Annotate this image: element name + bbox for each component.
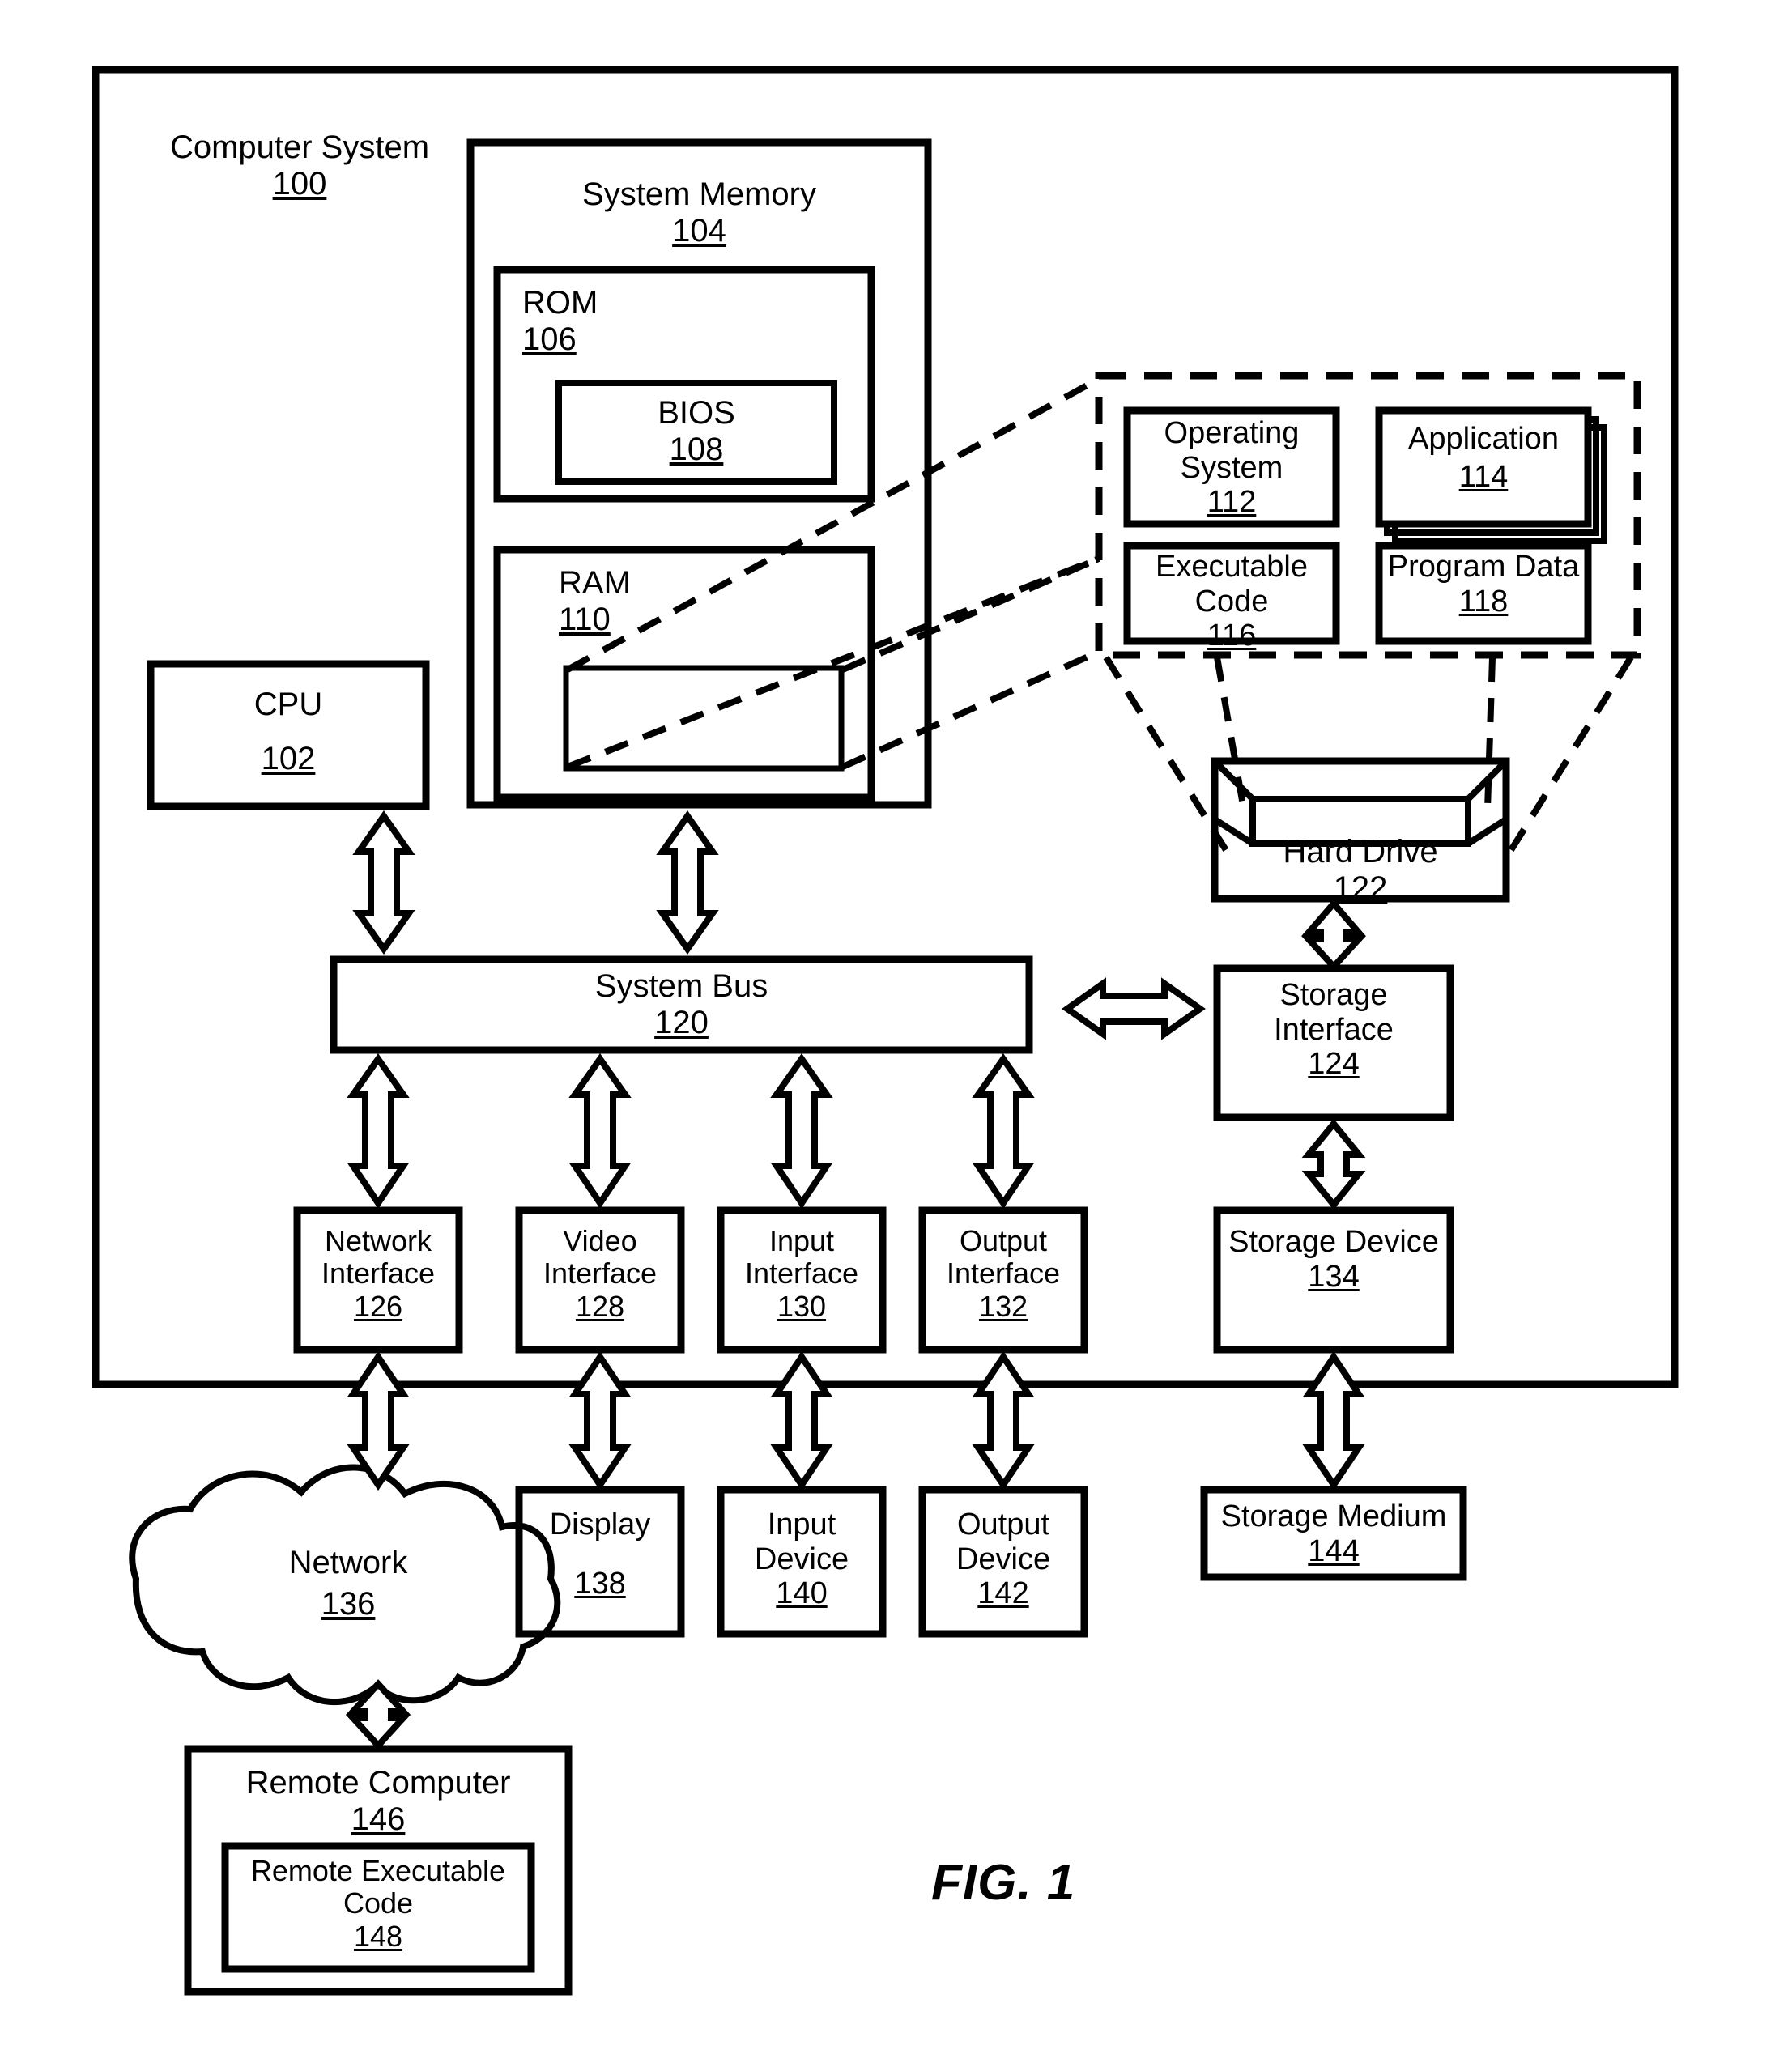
operating-system-label: Operating System 112 [1127, 416, 1336, 520]
input-interface-label: Input Interface 130 [721, 1224, 883, 1323]
rom-label: ROM 106 [522, 285, 644, 358]
arrow-input-interface-to-input-device [770, 1350, 833, 1491]
arrow-bus-to-video-interface [568, 1053, 632, 1210]
output-interface-ref: 132 [978, 1289, 1028, 1323]
bios-label: BIOS 108 [559, 395, 834, 468]
arrow-cpu-to-bus [352, 810, 415, 955]
application-ref: 114 [1458, 459, 1509, 494]
arrow-bus-to-network-interface [347, 1053, 410, 1210]
output-device-ref: 142 [977, 1576, 1029, 1611]
arrow-storage-interface-to-device [1301, 1118, 1366, 1210]
remote-executable-code-label: Remote Executable Code 148 [225, 1854, 531, 1953]
arrow-storage-device-to-medium [1302, 1350, 1365, 1491]
remote-computer-label: Remote Computer 146 [188, 1765, 568, 1838]
arrow-video-interface-to-display [568, 1350, 632, 1491]
system-memory-label: System Memory 104 [487, 176, 912, 249]
input-device-label: Input Device 140 [721, 1508, 883, 1611]
storage-interface-label: Storage Interface 124 [1217, 978, 1450, 1082]
storage-medium-label: Storage Medium 144 [1204, 1499, 1463, 1568]
display-title: Display [549, 1508, 651, 1542]
network-interface-label: Network Interface 126 [297, 1224, 459, 1323]
arrow-bus-to-storage-interface [1062, 977, 1206, 1040]
input-interface-ref: 130 [777, 1289, 827, 1323]
output-device-label: Output Device 142 [922, 1508, 1084, 1611]
executable-code-ref: 116 [1207, 619, 1257, 653]
figure-caption: FIG. 1 [931, 1855, 1076, 1911]
storage-medium-ref: 144 [1308, 1533, 1360, 1568]
system-bus-title: System Bus [594, 968, 768, 1004]
application-title: Application [1408, 422, 1559, 456]
hard-drive-title: Hard Drive [1283, 834, 1438, 870]
input-device-title: Input Device [754, 1508, 849, 1576]
storage-medium-title: Storage Medium [1220, 1499, 1447, 1533]
program-data-label: Program Data 118 [1379, 550, 1588, 619]
storage-interface-ref: 124 [1308, 1047, 1360, 1082]
cpu-ref: 102 [261, 740, 316, 776]
network-label: Network 136 [227, 1545, 470, 1622]
remote-computer-title: Remote Computer [245, 1765, 511, 1801]
output-interface-title: Output Interface [946, 1224, 1061, 1291]
arrow-bus-to-input-interface [770, 1053, 833, 1210]
output-device-title: Output Device [956, 1508, 1051, 1576]
operating-system-title: Operating System [1164, 416, 1300, 485]
storage-device-ref: 134 [1308, 1259, 1360, 1294]
executable-code-label: Executable Code 116 [1127, 550, 1336, 653]
ram-label: RAM 110 [559, 565, 680, 638]
system-bus-ref: 120 [654, 1004, 709, 1040]
program-data-title: Program Data [1387, 550, 1580, 584]
hard-drive-ref: 122 [1333, 870, 1388, 906]
network-interface-ref: 126 [353, 1289, 403, 1323]
remote-executable-code-ref: 148 [353, 1919, 403, 1953]
input-device-ref: 140 [776, 1576, 828, 1611]
system-memory-title: System Memory [582, 176, 816, 212]
video-interface-ref: 128 [575, 1289, 625, 1323]
storage-device-title: Storage Device [1228, 1225, 1439, 1259]
operating-system-ref: 112 [1207, 485, 1257, 520]
cpu-title: CPU [253, 687, 323, 722]
patent-figure-canvas: Computer System 100 System Memory 104 RO… [0, 0, 1792, 2071]
program-data-ref: 118 [1458, 584, 1509, 619]
hard-drive-label: Hard Drive 122 [1215, 834, 1506, 907]
storage-device-label: Storage Device 134 [1217, 1225, 1450, 1294]
storage-interface-title: Storage Interface [1274, 978, 1394, 1047]
system-bus-label: System Bus 120 [334, 968, 1029, 1041]
video-interface-label: Video Interface 128 [519, 1224, 681, 1323]
bios-ref: 108 [669, 431, 724, 467]
ram-box [493, 546, 875, 802]
rom-title: ROM [522, 285, 598, 321]
remote-executable-code-title: Remote Executable Code [250, 1854, 506, 1920]
display-label: Display 138 [519, 1508, 681, 1601]
output-interface-label: Output Interface 132 [922, 1224, 1084, 1323]
arrow-harddrive-to-storage-interface [1300, 898, 1367, 972]
video-interface-title: Video Interface [543, 1224, 658, 1291]
input-interface-title: Input Interface [744, 1224, 859, 1291]
network-interface-title: Network Interface [321, 1224, 436, 1291]
computer-system-title: Computer System [169, 130, 430, 165]
rom-ref: 106 [522, 321, 577, 357]
arrow-bus-to-output-interface [972, 1053, 1035, 1210]
ram-ref: 110 [559, 601, 611, 637]
display-ref: 138 [574, 1566, 626, 1601]
hard-drive-slot [1212, 759, 1509, 802]
computer-system-label: Computer System 100 [130, 130, 470, 202]
computer-system-ref: 100 [272, 165, 327, 202]
executable-code-title: Executable Code [1155, 550, 1308, 619]
arrow-memory-to-bus [656, 810, 719, 955]
bios-title: BIOS [658, 395, 735, 431]
application-label: Application 114 [1379, 422, 1588, 494]
network-title: Network [288, 1545, 408, 1580]
ram-title: RAM [559, 565, 631, 601]
network-ref: 136 [321, 1585, 376, 1622]
system-memory-ref: 104 [672, 212, 726, 249]
cpu-label: CPU 102 [151, 687, 426, 777]
remote-computer-ref: 146 [351, 1801, 406, 1837]
arrow-output-interface-to-output-device [972, 1350, 1035, 1491]
